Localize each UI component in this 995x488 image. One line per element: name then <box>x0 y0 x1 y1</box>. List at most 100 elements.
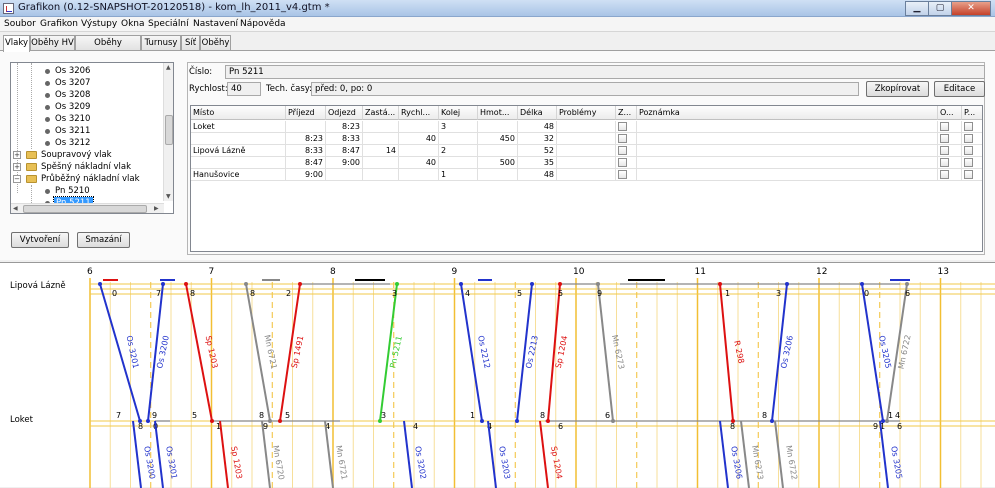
table-cell[interactable]: 8:47 <box>286 157 326 169</box>
table-cell[interactable] <box>557 121 616 133</box>
train-graph[interactable]: 6 7 8 9 10 11 12 13 Os 3201 Os 3200 Sp 1203 Mn 6721… <box>0 262 995 488</box>
table-cell[interactable]: 48 <box>518 121 557 133</box>
menu-specialni[interactable]: Speciální <box>148 19 189 29</box>
table-cell[interactable] <box>637 157 938 169</box>
row-checkbox[interactable] <box>964 158 973 167</box>
table-cell[interactable] <box>478 169 518 181</box>
menu-vystupy[interactable]: Výstupy <box>81 19 117 29</box>
column-header[interactable]: Problémy <box>557 106 616 120</box>
table-cell[interactable]: 8:33 <box>326 133 363 145</box>
tree-vertical-scrollbar[interactable]: ▲ ▼ <box>163 63 173 201</box>
expand-icon[interactable]: + <box>13 163 21 171</box>
table-cell[interactable] <box>363 169 399 181</box>
tree-item[interactable]: Os 3207 <box>11 77 161 89</box>
collapse-icon[interactable]: − <box>13 175 21 183</box>
table-cell[interactable] <box>478 145 518 157</box>
table-cell[interactable] <box>399 145 439 157</box>
table-cell[interactable]: 32 <box>518 133 557 145</box>
train-tree[interactable]: Os 3206 Os 3207 Os 3208 Os 3209 Os 3210 … <box>10 62 174 214</box>
scroll-up-icon[interactable]: ▲ <box>166 64 171 71</box>
scroll-down-icon[interactable]: ▼ <box>166 193 171 200</box>
row-checkbox[interactable] <box>940 134 949 143</box>
table-cell[interactable] <box>363 121 399 133</box>
tab-obehy-hv[interactable]: Oběhy HV <box>30 35 75 51</box>
row-checkbox-cell[interactable] <box>962 169 982 181</box>
table-cell[interactable]: 14 <box>363 145 399 157</box>
tree-item[interactable]: Os 3206 <box>11 65 161 77</box>
menu-napoveda[interactable]: Nápověda <box>240 19 286 29</box>
copy-button[interactable]: Zkopírovat <box>866 81 929 97</box>
menu-soubor[interactable]: Soubor <box>4 19 36 29</box>
tab-turnusy[interactable]: Turnusy <box>141 35 181 51</box>
table-cell[interactable]: 40 <box>399 133 439 145</box>
close-button[interactable]: ✕ <box>951 1 991 16</box>
tech-times-field[interactable]: před: 0, po: 0 <box>311 82 859 96</box>
edit-button[interactable]: Editace <box>934 81 985 97</box>
table-cell[interactable] <box>637 169 938 181</box>
tab-sit[interactable]: Síť <box>181 35 200 51</box>
row-checkbox-cell[interactable] <box>962 121 982 133</box>
minimize-button[interactable]: ▁ <box>905 1 929 16</box>
scroll-thumb[interactable] <box>23 205 147 213</box>
table-cell[interactable] <box>637 145 938 157</box>
table-cell[interactable] <box>637 133 938 145</box>
table-cell[interactable]: 3 <box>439 121 478 133</box>
table-cell[interactable] <box>637 121 938 133</box>
row-checkbox[interactable] <box>618 158 627 167</box>
menu-nastaveni[interactable]: Nastavení <box>193 19 238 29</box>
table-cell[interactable]: Loket <box>191 121 286 133</box>
table-cell[interactable] <box>557 169 616 181</box>
column-header[interactable]: Hmot... <box>478 106 518 120</box>
scroll-left-icon[interactable]: ◀ <box>13 205 18 212</box>
tree-item[interactable]: Os 3210 <box>11 113 161 125</box>
row-checkbox[interactable] <box>618 170 627 179</box>
row-checkbox-cell[interactable] <box>938 145 962 157</box>
table-cell[interactable]: 8:23 <box>326 121 363 133</box>
tab-obehy-souprav[interactable]: Oběhy souprav <box>75 35 141 62</box>
table-cell[interactable] <box>363 133 399 145</box>
column-header[interactable]: Poznámka <box>637 106 938 120</box>
row-checkbox-cell[interactable] <box>938 169 962 181</box>
maximize-button[interactable]: ▢ <box>928 1 952 16</box>
scroll-thumb[interactable] <box>165 115 173 145</box>
menu-okna[interactable]: Okna <box>121 19 145 29</box>
table-cell[interactable]: 8:47 <box>326 145 363 157</box>
row-checkbox[interactable] <box>940 122 949 131</box>
table-cell[interactable]: 35 <box>518 157 557 169</box>
row-checkbox[interactable] <box>618 134 627 143</box>
tree-item[interactable]: Os 3212 <box>11 137 161 149</box>
tree-item[interactable]: Os 3208 <box>11 89 161 101</box>
column-header[interactable]: Odjezd <box>326 106 363 120</box>
tree-folder[interactable]: − Průběžný nákladní vlak <box>11 173 161 185</box>
table-cell[interactable]: 8:33 <box>286 145 326 157</box>
table-cell[interactable]: 40 <box>399 157 439 169</box>
row-checkbox[interactable] <box>964 122 973 131</box>
row-checkbox[interactable] <box>618 122 627 131</box>
table-cell[interactable] <box>439 157 478 169</box>
tree-folder[interactable]: + Spěšný nákladní vlak <box>11 161 161 173</box>
column-header[interactable]: P... <box>962 106 982 120</box>
row-checkbox[interactable] <box>618 146 627 155</box>
table-cell[interactable] <box>286 121 326 133</box>
row-checkbox-cell[interactable] <box>616 133 637 145</box>
row-checkbox-cell[interactable] <box>938 133 962 145</box>
table-cell[interactable]: 9:00 <box>286 169 326 181</box>
row-checkbox-cell[interactable] <box>616 157 637 169</box>
table-cell[interactable] <box>557 157 616 169</box>
delete-button[interactable]: Smazání <box>77 232 130 248</box>
table-cell[interactable]: 450 <box>478 133 518 145</box>
table-cell[interactable]: 2 <box>439 145 478 157</box>
row-checkbox[interactable] <box>940 170 949 179</box>
column-header[interactable]: Kolej <box>439 106 478 120</box>
column-header[interactable]: Zastá... <box>363 106 399 120</box>
table-cell[interactable]: 48 <box>518 169 557 181</box>
tree-folder[interactable]: + Soupravový vlak <box>11 149 161 161</box>
tab-obehy[interactable]: Oběhy <box>200 35 231 51</box>
table-cell[interactable] <box>326 169 363 181</box>
row-checkbox-cell[interactable] <box>616 145 637 157</box>
column-header[interactable]: Délka <box>518 106 557 120</box>
expand-icon[interactable]: + <box>13 151 21 159</box>
table-cell[interactable] <box>191 157 286 169</box>
number-field[interactable]: Pn 5211 <box>225 65 985 79</box>
table-cell[interactable] <box>557 145 616 157</box>
